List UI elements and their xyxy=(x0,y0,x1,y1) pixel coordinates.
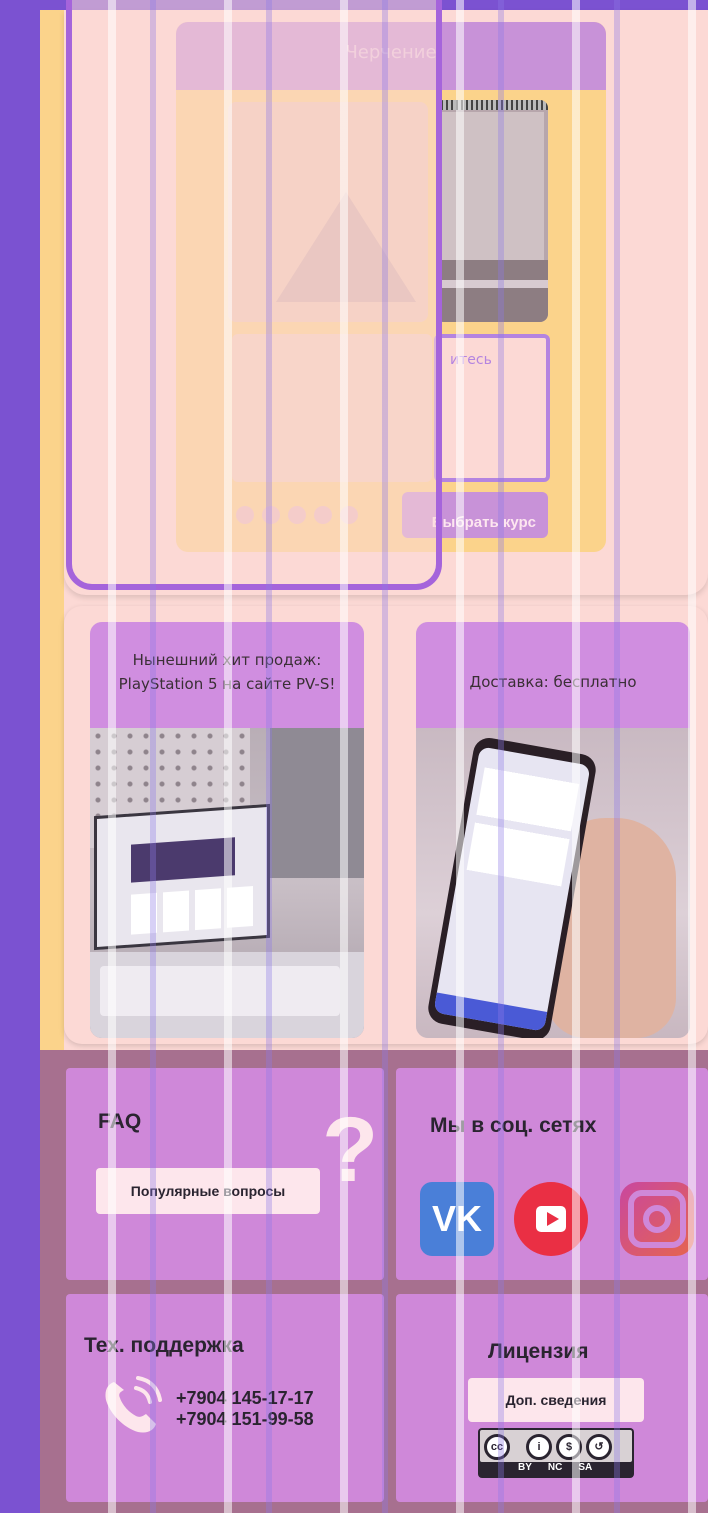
popular-questions-button[interactable]: Популярные вопросы xyxy=(96,1168,320,1214)
phone-icon xyxy=(105,1376,162,1433)
noncommercial-icon: $ xyxy=(556,1434,582,1460)
phone-nav-bar xyxy=(433,992,548,1032)
selection-frame xyxy=(66,0,442,590)
laptop-screen xyxy=(94,803,270,951)
course-description-text: итесь xyxy=(450,352,492,368)
faq-tile: FAQ Популярные вопросы ? xyxy=(66,1068,384,1280)
promo-card-delivery[interactable]: Доставка: бесплатно xyxy=(416,622,690,1038)
promo-header: Доставка: бесплатно xyxy=(416,622,690,728)
attribution-icon: i xyxy=(526,1434,552,1460)
sharealike-icon: ↺ xyxy=(586,1434,612,1460)
cc-by-label: BY xyxy=(518,1462,532,1473)
sketch-paper xyxy=(440,112,544,260)
window-frame xyxy=(270,728,364,878)
cc-license-badge[interactable]: cc i $ ↺ BY NC SA xyxy=(478,1428,634,1478)
support-tile: Тех. поддержка +7904 145-17-17 +7904 151… xyxy=(66,1294,384,1502)
yellow-strip xyxy=(40,10,64,1050)
page: Черчение итесь Выбрать курс Нынешни xyxy=(0,0,708,1513)
promo-section: Нынешний хит продаж: PlayStation 5 на са… xyxy=(64,606,708,1044)
phone-number-2[interactable]: +7904 151-99-58 xyxy=(176,1409,314,1430)
keyboard xyxy=(100,966,340,1016)
instagram-icon[interactable] xyxy=(620,1182,694,1256)
cc-nc-label: NC xyxy=(547,1462,563,1473)
question-icon: ? xyxy=(322,1099,379,1201)
left-border xyxy=(0,0,40,1513)
cc-sa-label: SA xyxy=(578,1462,593,1473)
phone-numbers: +7904 145-17-17 +7904 151-99-58 xyxy=(176,1388,314,1430)
ruler-area xyxy=(436,260,548,322)
course-image xyxy=(436,100,548,322)
site-banner xyxy=(131,837,235,883)
license-tile: Лицензия Доп. сведения cc i $ ↺ BY NC SA xyxy=(396,1294,708,1502)
course-description-box: итесь xyxy=(434,334,550,482)
phone-number-1[interactable]: +7904 145-17-17 xyxy=(176,1388,314,1409)
instagram-lens xyxy=(643,1205,671,1233)
faq-title: FAQ xyxy=(98,1110,142,1133)
product-tiles xyxy=(131,885,259,935)
ruler xyxy=(436,280,548,288)
cc-labels: BY NC SA xyxy=(518,1462,628,1476)
promo-title-line1: Доставка: бесплатно xyxy=(469,673,637,691)
social-title: Мы в соц. сетях xyxy=(430,1114,597,1137)
category-grid xyxy=(466,761,581,887)
notebook-spiral xyxy=(436,100,548,110)
cc-icon: cc xyxy=(484,1434,510,1460)
youtube-icon[interactable] xyxy=(514,1182,588,1256)
phone-image xyxy=(416,728,690,1038)
play-triangle xyxy=(547,1212,559,1226)
laptop-image xyxy=(90,728,364,1038)
footer: FAQ Популярные вопросы ? Мы в соц. сетях… xyxy=(40,1050,708,1513)
promo-title-line1: Нынешний хит продаж: xyxy=(132,651,322,669)
promo-title-line2: PlayStation 5 на сайте PV-S! xyxy=(118,675,336,693)
social-tile: Мы в соц. сетях VK xyxy=(396,1068,708,1280)
vk-icon[interactable]: VK xyxy=(420,1182,494,1256)
support-title: Тех. поддержка xyxy=(84,1334,244,1357)
license-title: Лицензия xyxy=(488,1340,589,1363)
more-info-button[interactable]: Доп. сведения xyxy=(468,1378,644,1422)
promo-header: Нынешний хит продаж: PlayStation 5 на са… xyxy=(90,622,364,728)
promo-card-playstation[interactable]: Нынешний хит продаж: PlayStation 5 на са… xyxy=(90,622,364,1038)
cc-badge-top: cc i $ ↺ xyxy=(480,1430,632,1462)
